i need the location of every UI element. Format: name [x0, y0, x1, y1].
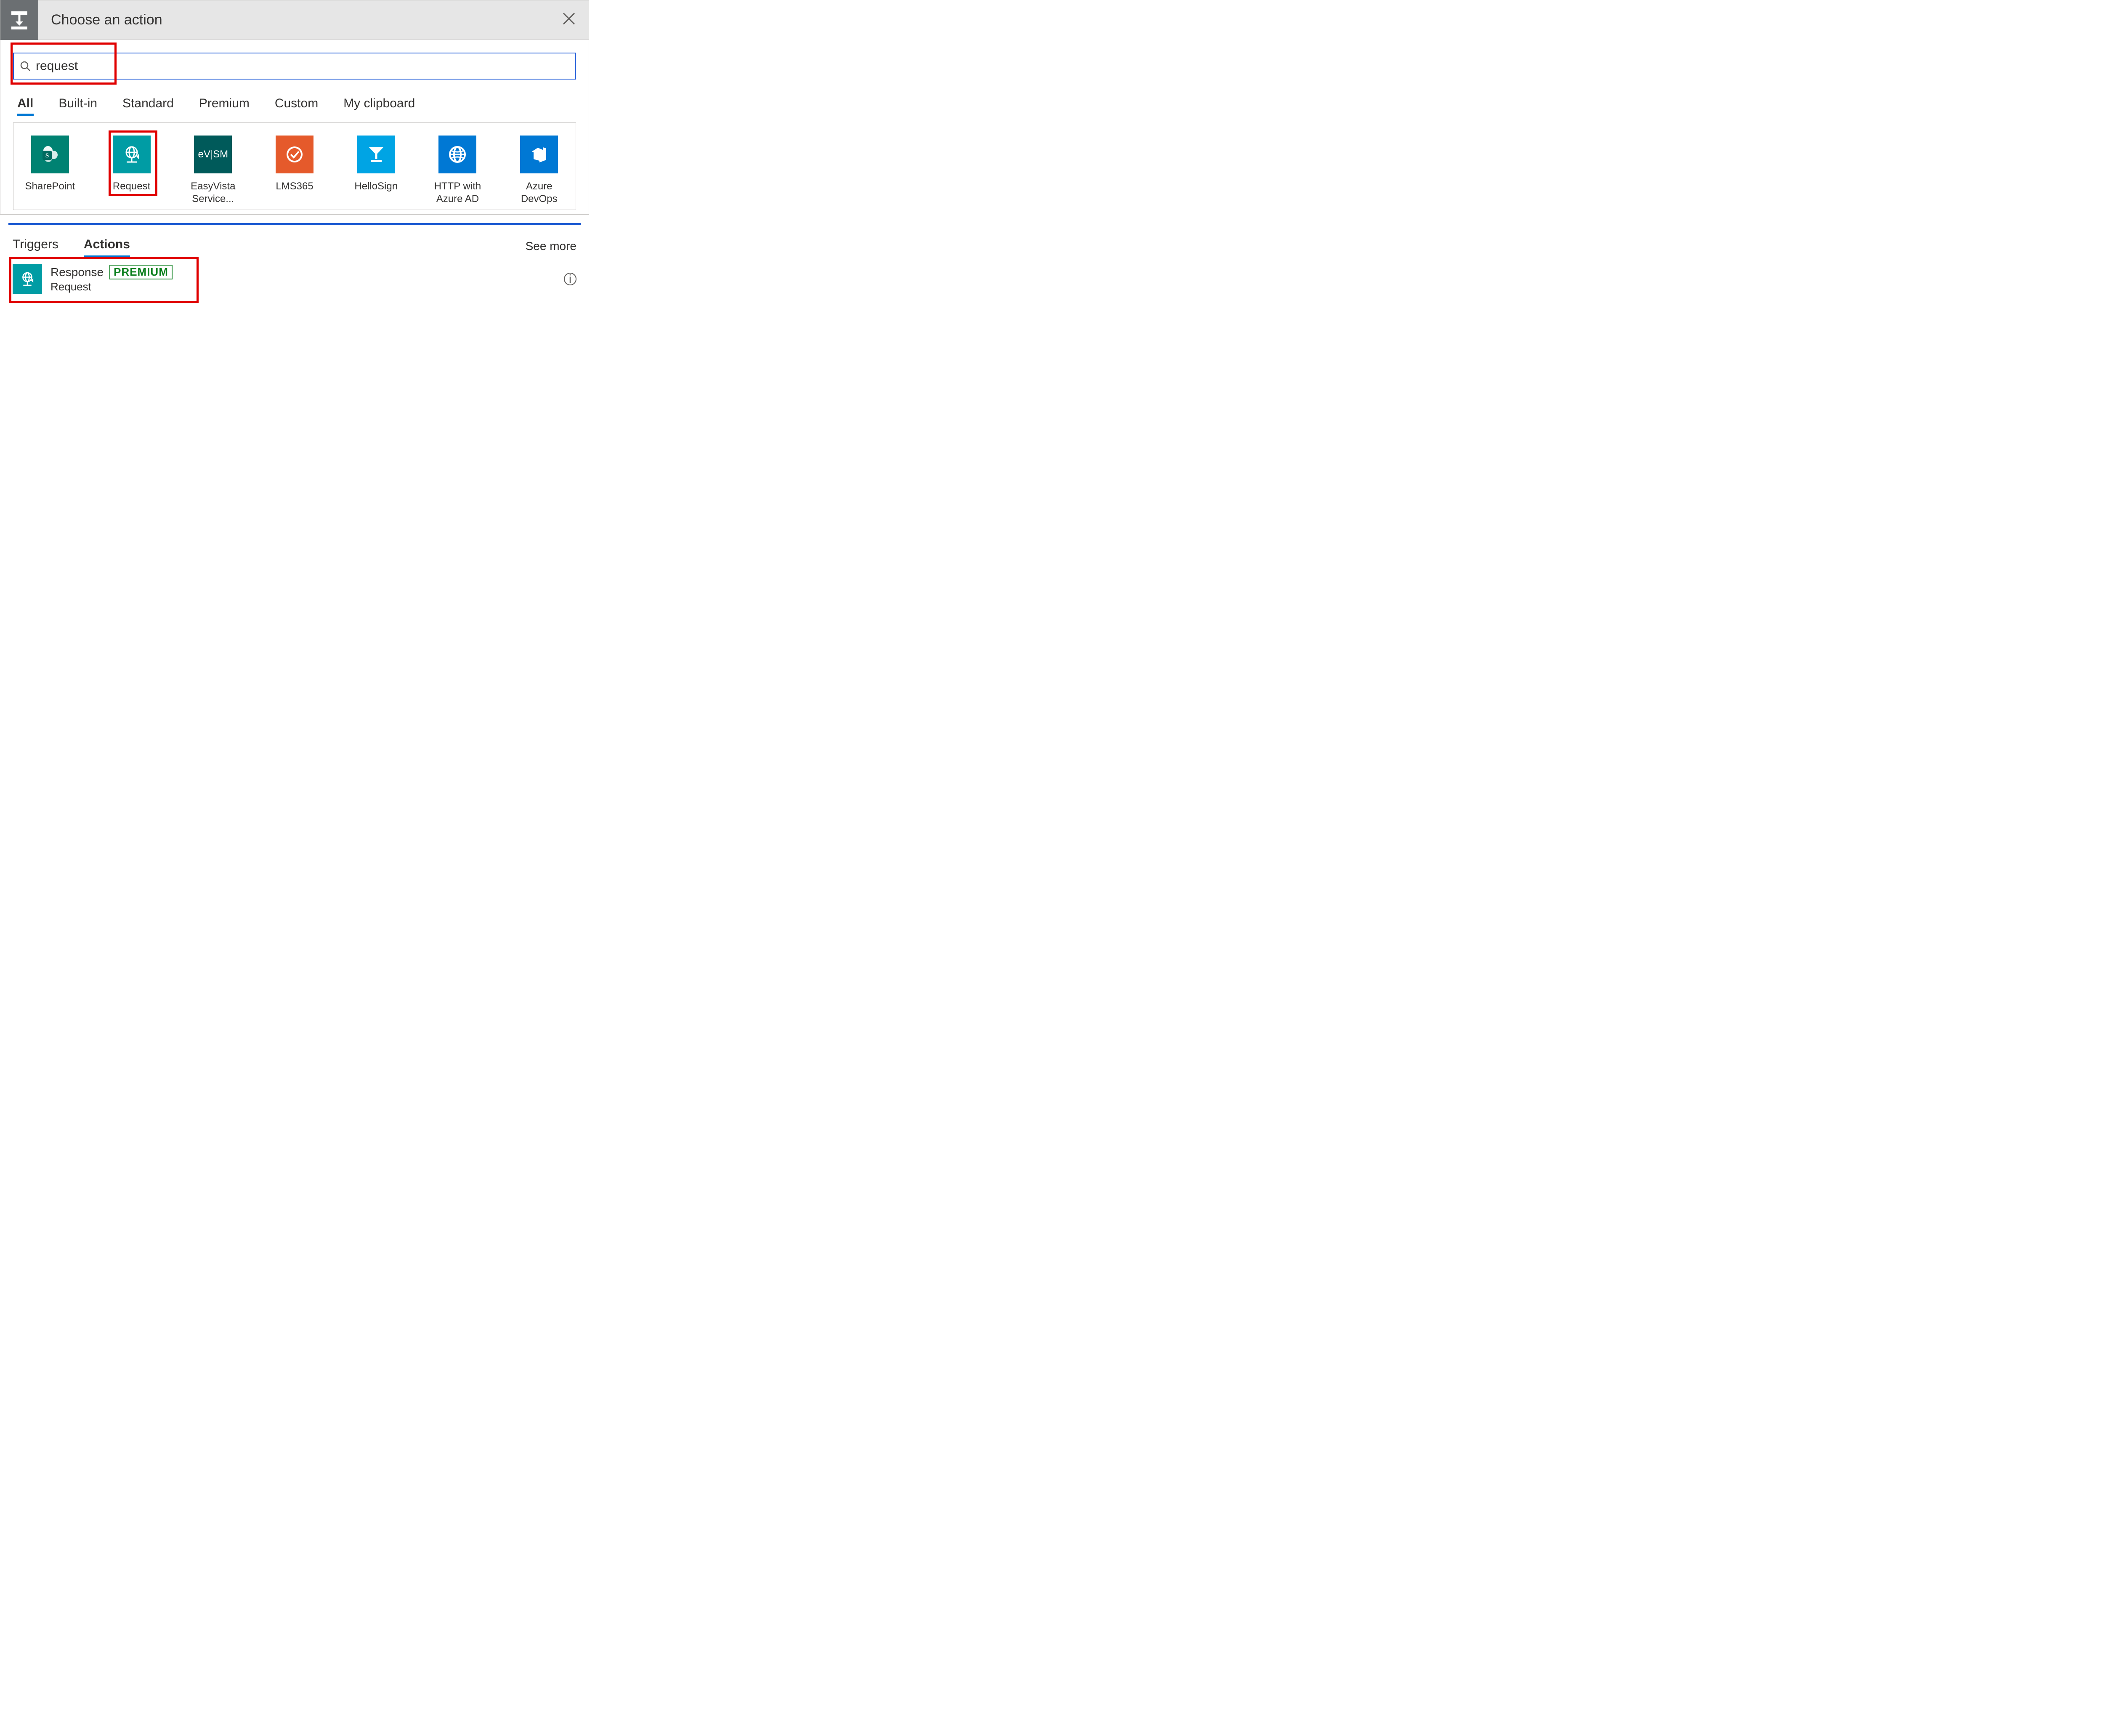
- results-tabs: Triggers Actions See more: [8, 237, 581, 259]
- results-tab-actions[interactable]: Actions: [84, 237, 130, 255]
- connector-sharepoint[interactable]: S SharePoint: [22, 136, 78, 205]
- easyvista-icon: eV|SM: [194, 136, 232, 173]
- connector-label: Azure DevOps: [511, 180, 567, 205]
- globe-request-icon: [113, 136, 151, 173]
- connector-label: SharePoint: [22, 180, 78, 205]
- connector-label: EasyVista Service...: [185, 180, 241, 205]
- hellosign-icon: [357, 136, 395, 173]
- connector-hellosign[interactable]: HelloSign: [348, 136, 404, 205]
- sharepoint-icon: S: [31, 136, 69, 173]
- connector-azure-devops[interactable]: Azure DevOps: [511, 136, 567, 205]
- azure-devops-icon: [520, 136, 558, 173]
- premium-badge: PREMIUM: [109, 265, 173, 279]
- dialog-body: All Built-in Standard Premium Custom My …: [0, 40, 589, 215]
- connector-http-azuread[interactable]: HTTP with Azure AD: [430, 136, 486, 205]
- info-icon[interactable]: i: [564, 273, 576, 285]
- filter-tab-premium[interactable]: Premium: [199, 96, 250, 114]
- filter-tab-custom[interactable]: Custom: [275, 96, 318, 114]
- globe-icon: [438, 136, 476, 173]
- connectors-grid: S SharePoint Request eV|SM EasyVista Ser…: [13, 122, 576, 210]
- results-section: Triggers Actions See more Response PREMI…: [8, 223, 581, 299]
- connector-filter-tabs: All Built-in Standard Premium Custom My …: [13, 96, 576, 114]
- filter-tab-standard[interactable]: Standard: [122, 96, 174, 114]
- connector-request[interactable]: Request: [104, 136, 160, 205]
- results-tab-triggers[interactable]: Triggers: [13, 237, 58, 255]
- insert-step-icon: [0, 0, 38, 40]
- search-icon: [20, 61, 31, 72]
- lms365-icon: [276, 136, 313, 173]
- filter-tab-all[interactable]: All: [17, 96, 33, 114]
- dialog-header: Choose an action: [0, 0, 589, 40]
- action-subtitle: Request: [50, 280, 173, 293]
- action-text: Response PREMIUM Request: [50, 265, 173, 293]
- close-icon[interactable]: [562, 11, 576, 29]
- action-item-response[interactable]: Response PREMIUM Request i: [8, 259, 581, 299]
- svg-text:S: S: [45, 152, 49, 159]
- action-title: Response: [50, 266, 104, 279]
- connector-label: HelloSign: [348, 180, 404, 205]
- dialog-title: Choose an action: [51, 12, 162, 28]
- search-input[interactable]: [35, 58, 569, 74]
- connector-label: Request: [104, 180, 160, 205]
- connector-easyvista[interactable]: eV|SM EasyVista Service...: [185, 136, 241, 205]
- search-field-wrapper[interactable]: [13, 53, 576, 80]
- filter-tab-builtin[interactable]: Built-in: [58, 96, 97, 114]
- filter-tab-myclipboard[interactable]: My clipboard: [343, 96, 415, 114]
- connector-lms365[interactable]: LMS365: [266, 136, 323, 205]
- see-more-link[interactable]: See more: [526, 239, 576, 253]
- globe-request-icon: [13, 264, 42, 294]
- connector-label: HTTP with Azure AD: [430, 180, 486, 205]
- connector-label: LMS365: [266, 180, 323, 205]
